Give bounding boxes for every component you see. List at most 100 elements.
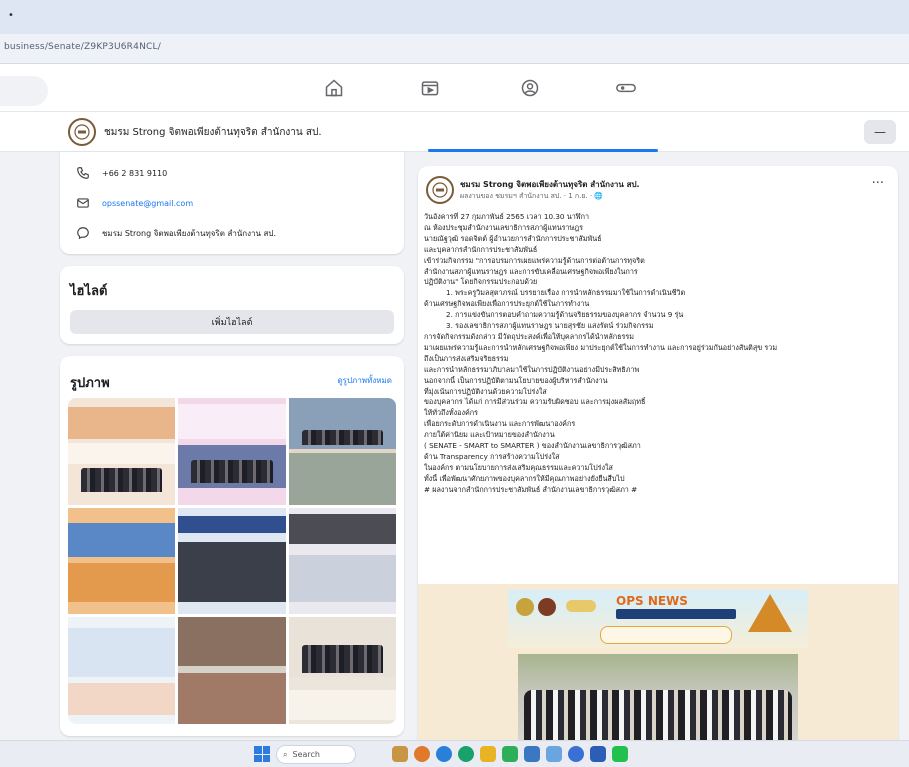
photo-thumbnail[interactable] [178,617,286,724]
post-text-line: 2. การแข่งขันการตอบคำถามความรู้ด้านจริยธ… [446,310,684,320]
contact-messenger-row: ชมรม Strong จิตพอเพียงต้านทุจริต สำนักงา… [76,226,276,240]
photo-thumbnail[interactable] [288,398,396,505]
folder-icon[interactable] [480,746,496,762]
contact-email-row: opssenate@gmail.com [76,196,193,210]
post-text-line: เพื่อยกระดับการดำเนินงาน และการพัฒนาองค์… [424,419,576,429]
post-text-line: ถึงเป็นการส่งเสริมจริยธรรม [424,353,509,363]
post-text-line: ในองค์กร ตามนโยบายการส่งเสริมคุณธรรมและค… [424,462,613,472]
post-text-line: 3. รองเลขาธิการสภาผู้แทนราษฎร นายสุรชัย … [446,321,654,331]
taskbar: ⌕ Search [0,740,909,767]
photo-thumbnail[interactable] [68,398,176,505]
search-box[interactable] [0,76,48,106]
banner-caption-strip [600,626,732,644]
group-people [524,690,792,742]
photo-thumbnail[interactable] [178,507,286,615]
post-text-line: # ผลงานจากสำนักการประชาสัมพันธ์ สำนักงาน… [424,484,638,494]
news-banner: OPS NEWS [508,590,808,648]
phone-icon [77,167,89,179]
post-card: ชมรม Strong จิตพอเพียงต้านทุจริต สำนักงา… [418,166,898,746]
post-text-line: ของบุคลากร ได้แก่ การมีส่วนร่วม ความรับผ… [424,397,646,407]
taskbar-search-label: Search [292,750,320,759]
post-text-line: ( SENATE - SMART to SMARTER ) ของสำนักงา… [424,441,641,451]
post-meta: ผลงานของ ชมรมฯ สำนักงาน สป. · 1 ก.ย. · 🌐 [460,192,604,200]
post-text-line: และการนำหลักธรรมาภิบาลมาใช้ในการปฏิบัติง… [424,364,640,374]
post-image[interactable]: OPS NEWS [418,584,898,746]
messenger-icon [77,227,89,240]
page-header: ชมรม Strong จิตพอเพียงต้านทุจริต สำนักงา… [0,112,909,152]
post-text-line: ทั้งนี้ เพื่อพัฒนาศักยภาพของบุคลากรให้มี… [424,473,625,483]
post-text-line: มาเผยแพร่ความรู้และการนำหลักเศรษฐกิจพอเพ… [424,342,778,352]
photo-grid [68,398,396,724]
groups-icon[interactable] [518,76,542,100]
post-text-line: ภายใต้ค่านิยม และเป้าหมายของสำนักงาน [424,430,555,440]
photos-title: รูปภาพ [70,376,110,391]
post-text-line: เข้าร่วมกิจกรรม "การอบรมการเผยแพร่ความรู… [424,255,645,265]
photo-thumbnail[interactable] [288,507,396,615]
page-avatar[interactable] [68,118,96,146]
post-text-line: นายณัฐวุฒิ รอดจิตต์ ผู้อำนวยการสำนักการป… [424,233,602,243]
temple-icon [748,594,792,632]
word-icon[interactable] [590,746,606,762]
watch-icon[interactable] [418,76,442,100]
see-all-photos-link[interactable]: ดูรูปภาพทั้งหมด [337,374,392,387]
club-logo-icon [538,598,556,616]
post-text-line: ปฏิบัติงาน" โดยกิจกรรมประกอบด้วย [424,277,538,287]
more-options-button[interactable]: — [864,120,896,144]
contact-messenger[interactable]: ชมรม Strong จิตพอเพียงต้านทุจริต สำนักงา… [102,227,276,240]
contact-phone: +66 2 831 9110 [102,168,168,178]
post-text-line: การจัดกิจกรรมดังกล่าว มีวัตถุประสงค์เพื่… [424,331,634,341]
more-icon: — [874,125,886,139]
edge-icon[interactable] [436,746,452,762]
outlook-icon[interactable] [524,746,540,762]
email-icon [77,198,89,208]
post-text-line: และบุคลากรสำนักการประชาสัมพันธ์ [424,244,538,254]
address-text: business/Senate/Z9KP3U6R4NCL/ [4,42,161,52]
photo-thumbnail[interactable] [288,617,396,724]
banner-title: OPS NEWS [616,594,688,608]
photo-thumbnail[interactable] [68,617,176,724]
post-text-line: ที่มุ่งเน้นการปฏิบัติงานด้วยความโปร่งใส [424,386,547,396]
app-icon[interactable] [414,746,430,762]
taskbar-search[interactable]: ⌕ Search [276,745,356,764]
browser-tab-bar: • [0,0,909,34]
photos-app-icon[interactable] [546,746,562,762]
add-featured-button[interactable]: เพิ่มไฮไลต์ [70,310,394,334]
gaming-icon[interactable] [614,76,638,100]
agency-logo-icon [516,598,534,616]
search-icon: ⌕ [283,749,288,759]
post-text-line: สำนักงานสภาผู้แทนราษฎร และการขับเคลื่อนเ… [424,266,638,276]
photo-thumbnail[interactable] [178,398,286,505]
photos-card: รูปภาพ ดูรูปภาพทั้งหมด [60,356,404,736]
post-text-line: 1. พระครูวิมลสุตาภรณ์ บรรยายเรื่อง การนำ… [446,288,686,298]
active-tab-indicator [428,149,658,152]
photo-thumbnail[interactable] [68,507,176,615]
group-photo [518,654,798,742]
post-text-line: วันอังคารที่ 27 กุมภาพันธ์ 2565 เวลา 10.… [424,212,590,221]
tab-indicator-icon: • [8,10,14,21]
post-menu-button[interactable]: ··· [872,176,884,191]
featured-title: ไฮไลต์ [70,284,108,299]
start-icon[interactable] [254,746,270,762]
post-text-line: ให้ทั่วถึงทั้งองค์กร [424,408,478,418]
featured-card: ไฮไลต์ เพิ่มไฮไลต์ [60,266,404,344]
banner-subtitle-bar [616,609,736,619]
top-navigation [0,64,909,112]
banner-tag [566,600,596,612]
post-text-line: ด้านเศรษฐกิจพอเพียงเพื่อการประยุกต์ใช้ใน… [424,299,590,309]
files-app-icon[interactable] [392,746,408,762]
post-text-line: ด้าน Transparency การสร้างความโปร่งใส [424,451,560,461]
chrome-icon[interactable] [458,746,474,762]
chat-app-icon[interactable] [612,746,628,762]
contact-card: +66 2 831 9110 opssenate@gmail.com ชมรม … [60,152,404,254]
address-bar[interactable]: business/Senate/Z9KP3U6R4NCL/ [0,34,909,64]
contact-phone-row: +66 2 831 9110 [76,166,167,180]
home-icon[interactable] [322,76,346,100]
page-name: ชมรม Strong จิตพอเพียงต้านทุจริต สำนักงา… [104,127,322,138]
post-author[interactable]: ชมรม Strong จิตพอเพียงต้านทุจริต สำนักงา… [460,178,640,191]
post-body: วันอังคารที่ 27 กุมภาพันธ์ 2565 เวลา 10.… [424,212,894,496]
post-avatar[interactable] [426,176,454,204]
line-icon[interactable] [502,746,518,762]
settings-icon[interactable] [568,746,584,762]
contact-email-link[interactable]: opssenate@gmail.com [102,199,193,208]
post-text-line: ณ ห้องประชุมสำนักงานเลขาธิการสภาผู้แทนรา… [424,222,583,232]
